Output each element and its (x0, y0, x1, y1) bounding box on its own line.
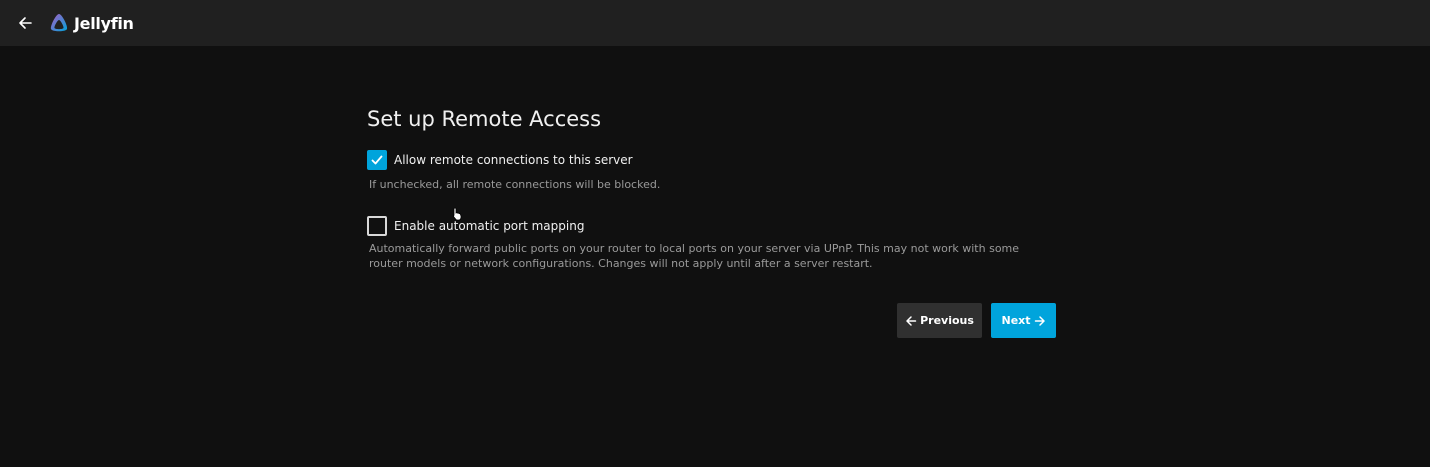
page-title: Set up Remote Access (367, 107, 602, 131)
arrow-left-icon (906, 315, 917, 326)
jellyfin-logo-icon (50, 14, 68, 32)
next-button[interactable]: Next (991, 303, 1056, 338)
arrow-right-icon (1034, 315, 1045, 326)
app-header: Jellyfin (0, 0, 1430, 46)
previous-button[interactable]: Previous (897, 303, 982, 338)
port-mapping-checkbox[interactable] (367, 216, 387, 236)
allow-remote-description: If unchecked, all remote connections wil… (369, 178, 661, 191)
checkmark-icon (371, 155, 383, 165)
port-mapping-description: Automatically forward public ports on yo… (369, 242, 1020, 270)
back-button[interactable] (12, 10, 38, 36)
hand-cursor-icon (453, 207, 462, 221)
wizard-buttons: Previous Next (897, 303, 1056, 338)
allow-remote-checkbox[interactable] (367, 150, 387, 170)
allow-remote-checkbox-row[interactable]: Allow remote connections to this server (367, 149, 1057, 171)
port-mapping-checkbox-row[interactable]: Enable automatic port mapping (367, 215, 1057, 237)
allow-remote-label: Allow remote connections to this server (394, 153, 633, 167)
jellyfin-logo[interactable]: Jellyfin (48, 12, 134, 34)
port-mapping-label: Enable automatic port mapping (394, 219, 585, 233)
remote-access-form: Set up Remote Access Allow remote connec… (367, 104, 1057, 271)
next-label: Next (1001, 314, 1031, 327)
app-name: Jellyfin (74, 13, 134, 33)
previous-label: Previous (920, 314, 974, 327)
arrow-left-icon (19, 17, 32, 29)
